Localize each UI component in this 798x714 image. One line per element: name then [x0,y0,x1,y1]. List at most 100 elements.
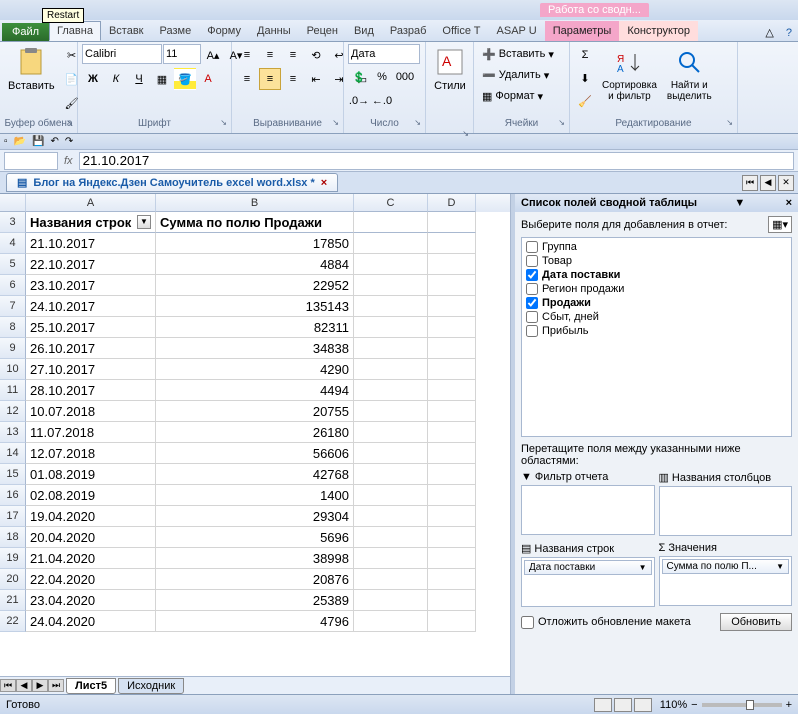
underline-button[interactable]: Ч [128,68,150,90]
field-checkbox[interactable] [526,241,538,253]
chevron-down-icon[interactable]: ▼ [734,197,745,209]
italic-button[interactable]: К [105,68,127,90]
row-header[interactable]: 9 [0,338,26,359]
sheet-tab-other[interactable]: Исходник [118,678,184,694]
field-item[interactable]: Группа [524,240,789,254]
insert-cells-button[interactable]: ➕Вставить ▾ [478,44,558,64]
tab-developer[interactable]: Разраб [382,21,435,41]
cell[interactable] [354,212,428,233]
tab-layout[interactable]: Разме [152,21,200,41]
cell[interactable] [354,275,428,296]
close-panel-icon[interactable]: × [783,197,792,209]
align-top-icon[interactable]: ≡ [236,44,258,66]
formula-bar[interactable] [79,152,794,170]
row-header[interactable]: 19 [0,548,26,569]
cell[interactable]: 4494 [156,380,354,401]
row-header[interactable]: 16 [0,485,26,506]
field-checkbox[interactable] [526,325,538,337]
cell[interactable] [428,338,476,359]
field-checkbox[interactable] [526,311,538,323]
decrease-decimal-icon[interactable]: ←.0 [371,90,393,112]
cell[interactable] [354,464,428,485]
cell[interactable]: 22.10.2017 [26,254,156,275]
cell[interactable]: 11.07.2018 [26,422,156,443]
grow-font-icon[interactable]: A▴ [202,44,224,66]
align-right-icon[interactable]: ≡ [282,68,304,90]
zoom-in-icon[interactable]: + [786,699,792,711]
cell[interactable] [428,296,476,317]
tab-view[interactable]: Вид [346,21,382,41]
zone-cols[interactable] [659,486,793,536]
row-header[interactable]: 5 [0,254,26,275]
zone-filter[interactable] [521,485,655,535]
nav-first-icon[interactable]: ⏮ [742,175,758,191]
cell[interactable]: 10.07.2018 [26,401,156,422]
cell[interactable] [354,338,428,359]
cell[interactable]: 21.04.2020 [26,548,156,569]
comma-icon[interactable]: 000 [394,66,416,88]
qat-redo-icon[interactable]: ↷ [65,136,73,147]
autosum-icon[interactable]: Σ [574,44,596,66]
zoom-out-icon[interactable]: − [691,699,697,711]
cell[interactable] [428,611,476,632]
pivot-field-list[interactable]: ГруппаТоварДата поставкиРегион продажиПр… [521,237,792,437]
sheet-first-icon[interactable]: ⏮ [0,679,16,692]
align-bottom-icon[interactable]: ≡ [282,44,304,66]
field-item[interactable]: Сбыт, дней [524,310,789,324]
cell[interactable]: Названия строк▼ [26,212,156,233]
nav-prev-icon[interactable]: ◀ [760,175,776,191]
cell[interactable] [428,380,476,401]
cell[interactable] [354,611,428,632]
normal-view-icon[interactable] [594,698,612,712]
cell[interactable] [428,317,476,338]
tab-review[interactable]: Рецен [299,21,346,41]
cell[interactable]: 24.04.2020 [26,611,156,632]
close-icon[interactable]: ✕ [778,175,794,191]
cell[interactable]: 28.10.2017 [26,380,156,401]
field-item[interactable]: Регион продажи [524,282,789,296]
row-header[interactable]: 4 [0,233,26,254]
value-field-item[interactable]: Сумма по полю П...▼ [662,559,790,574]
page-break-view-icon[interactable] [634,698,652,712]
format-cells-button[interactable]: ▦Формат ▾ [478,86,547,106]
cell[interactable] [428,275,476,296]
cell[interactable]: 22.04.2020 [26,569,156,590]
cell[interactable]: 4884 [156,254,354,275]
cell[interactable] [428,443,476,464]
cell[interactable]: 34838 [156,338,354,359]
cell[interactable] [428,569,476,590]
sheet-tab-active[interactable]: Лист5 [66,678,116,694]
font-size-combo[interactable] [163,44,201,64]
dropdown-icon[interactable]: ▼ [776,562,784,571]
filter-dropdown-icon[interactable]: ▼ [137,215,151,229]
cell[interactable] [428,485,476,506]
cell[interactable]: 42768 [156,464,354,485]
cell[interactable] [354,422,428,443]
qat-new-icon[interactable]: ▫ [4,136,8,147]
cell[interactable]: 1400 [156,485,354,506]
font-color-icon[interactable]: A [197,68,219,90]
fill-color-icon[interactable]: 🪣 [174,68,196,90]
tab-asap[interactable]: ASAP U [489,21,545,41]
cell[interactable] [354,590,428,611]
field-item[interactable]: Товар [524,254,789,268]
cell[interactable]: 82311 [156,317,354,338]
cell[interactable]: 25.10.2017 [26,317,156,338]
border-icon[interactable]: ▦ [151,68,173,90]
workbook-tab[interactable]: ▤ Блог на Яндекс.Дзен Самоучитель excel … [6,173,338,192]
cell[interactable] [354,317,428,338]
cell[interactable]: 19.04.2020 [26,506,156,527]
zoom-level[interactable]: 110% [660,699,687,711]
field-checkbox[interactable] [526,283,538,295]
cell[interactable]: 24.10.2017 [26,296,156,317]
minimize-ribbon-icon[interactable]: △ [759,24,779,41]
row-header[interactable]: 17 [0,506,26,527]
cell[interactable] [354,527,428,548]
cell[interactable] [428,401,476,422]
sheet-prev-icon[interactable]: ◀ [16,679,32,692]
cell[interactable]: 20876 [156,569,354,590]
tab-data[interactable]: Данны [249,21,299,41]
currency-icon[interactable]: 💲 [348,66,370,88]
help-icon[interactable]: ? [780,25,798,41]
paste-button[interactable]: Вставить [4,44,59,94]
